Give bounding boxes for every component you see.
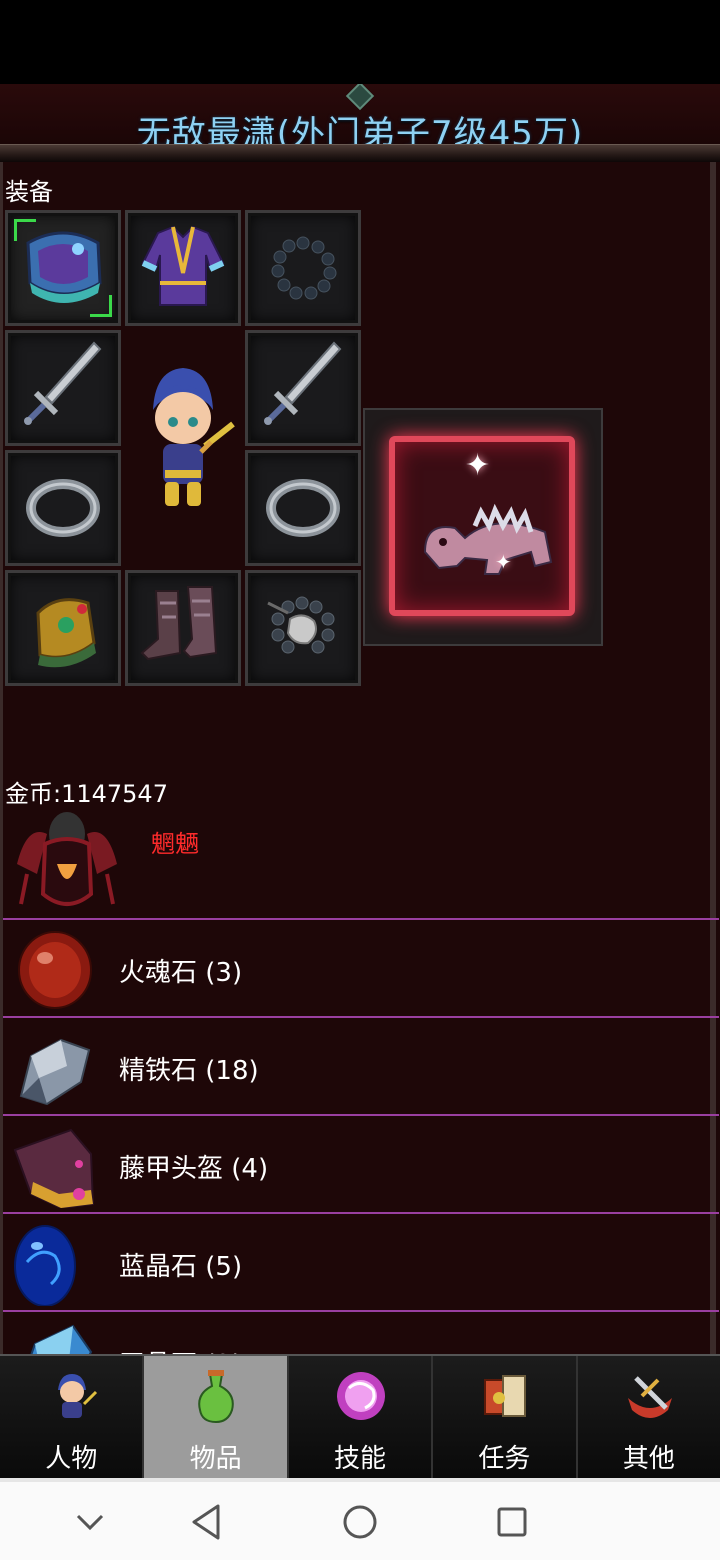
inventory-panel: 装备 ✦ ✦ 金币:1147547 魍魉 火魂石 (3) 精铁石 (18) 藤甲… xyxy=(0,162,719,1354)
equipment-label: 装备 xyxy=(5,178,53,206)
tab-label: 人物 xyxy=(45,1444,98,1474)
sword-shield-icon xyxy=(627,1376,672,1418)
ring-icon xyxy=(26,479,100,537)
mount-slot[interactable]: ✦ ✦ xyxy=(363,408,603,646)
skill-orb-icon xyxy=(336,1372,385,1420)
prayer-beads-icon xyxy=(267,596,335,654)
sword-icon xyxy=(264,341,342,425)
refined-iron-stone-icon xyxy=(19,1038,91,1106)
sword-icon xyxy=(24,341,102,425)
chevron-down-icon[interactable] xyxy=(50,1482,130,1560)
sparkle: ✦ xyxy=(465,448,491,483)
selection-corner xyxy=(90,295,112,317)
back-icon[interactable] xyxy=(166,1482,246,1560)
item-row[interactable]: 藤甲头盔 (4) xyxy=(3,1114,719,1212)
character-avatar-icon xyxy=(153,368,235,506)
rattan-helmet-icon xyxy=(13,1128,95,1208)
item-row[interactable]: 天晶石 (2) xyxy=(3,1310,719,1354)
selection-corner xyxy=(14,219,36,241)
title-ornament xyxy=(0,144,720,162)
tab-label: 物品 xyxy=(189,1444,242,1474)
item-label: 天晶石 (2) xyxy=(119,1344,242,1354)
item-row[interactable]: 精铁石 (18) xyxy=(3,1016,719,1114)
ring-icon xyxy=(266,479,340,537)
equip-slot-talisman[interactable] xyxy=(245,570,361,686)
equip-slot-weapon-right[interactable] xyxy=(245,330,361,446)
tab-character[interactable]: 人物 xyxy=(0,1356,145,1478)
character-preview xyxy=(125,330,241,506)
fire-soul-stone-icon xyxy=(18,931,92,1009)
home-icon[interactable] xyxy=(320,1482,400,1560)
bead-necklace-icon xyxy=(271,236,337,300)
sky-crystal-icon xyxy=(30,1324,93,1354)
robe-icon xyxy=(141,225,225,306)
boots-icon xyxy=(140,586,218,661)
tab-label: 任务 xyxy=(478,1444,531,1474)
tab-items[interactable]: 物品 xyxy=(144,1356,289,1478)
game-screen: 无敌最潇(外门弟子7级45万) 装备 ✦ ✦ 金币:1147547 魍魉 火魂石… xyxy=(0,84,720,1354)
blue-crystal-icon xyxy=(14,1225,76,1306)
equip-slot-bracer[interactable] xyxy=(5,570,121,686)
tab-skills[interactable]: 技能 xyxy=(288,1356,434,1478)
tab-label: 其他 xyxy=(622,1444,675,1474)
mount-frame: ✦ ✦ xyxy=(389,436,575,616)
equip-slot-boots[interactable] xyxy=(125,570,241,686)
bottom-tab-bar: 人物 物品 技能 任务 其他 xyxy=(0,1354,720,1478)
recent-apps-icon[interactable] xyxy=(472,1482,552,1560)
status-bar xyxy=(0,0,720,84)
demon-pet-icon[interactable] xyxy=(7,804,127,920)
tab-label: 技能 xyxy=(334,1444,387,1474)
item-label: 蓝晶石 (5) xyxy=(119,1252,243,1282)
character-icon xyxy=(58,1374,98,1418)
item-label: 火魂石 (3) xyxy=(119,958,243,988)
title-bar: 无敌最潇(外门弟子7级45万) xyxy=(0,84,720,162)
item-label: 精铁石 (18) xyxy=(119,1056,259,1086)
item-label: 藤甲头盔 (4) xyxy=(119,1154,269,1184)
equip-slot-weapon-left[interactable] xyxy=(5,330,121,446)
equip-slot-necklace[interactable] xyxy=(245,210,361,326)
equip-slot-ring-left[interactable] xyxy=(5,450,121,566)
pet-name: 魍魉 xyxy=(151,830,199,858)
item-row[interactable]: 火魂石 (3) xyxy=(3,918,719,1016)
equip-slot-ring-right[interactable] xyxy=(245,450,361,566)
system-nav-bar xyxy=(0,1478,720,1560)
sparkle: ✦ xyxy=(495,550,512,574)
potion-icon xyxy=(198,1370,235,1424)
equip-slot-robe[interactable] xyxy=(125,210,241,326)
bracer-icon xyxy=(36,598,96,668)
quest-scroll-icon xyxy=(484,1375,527,1417)
equip-slot-shoulder[interactable] xyxy=(5,210,121,326)
tab-quests[interactable]: 任务 xyxy=(433,1356,578,1478)
item-row[interactable]: 蓝晶石 (5) xyxy=(3,1212,719,1310)
tab-other[interactable]: 其他 xyxy=(577,1356,720,1478)
